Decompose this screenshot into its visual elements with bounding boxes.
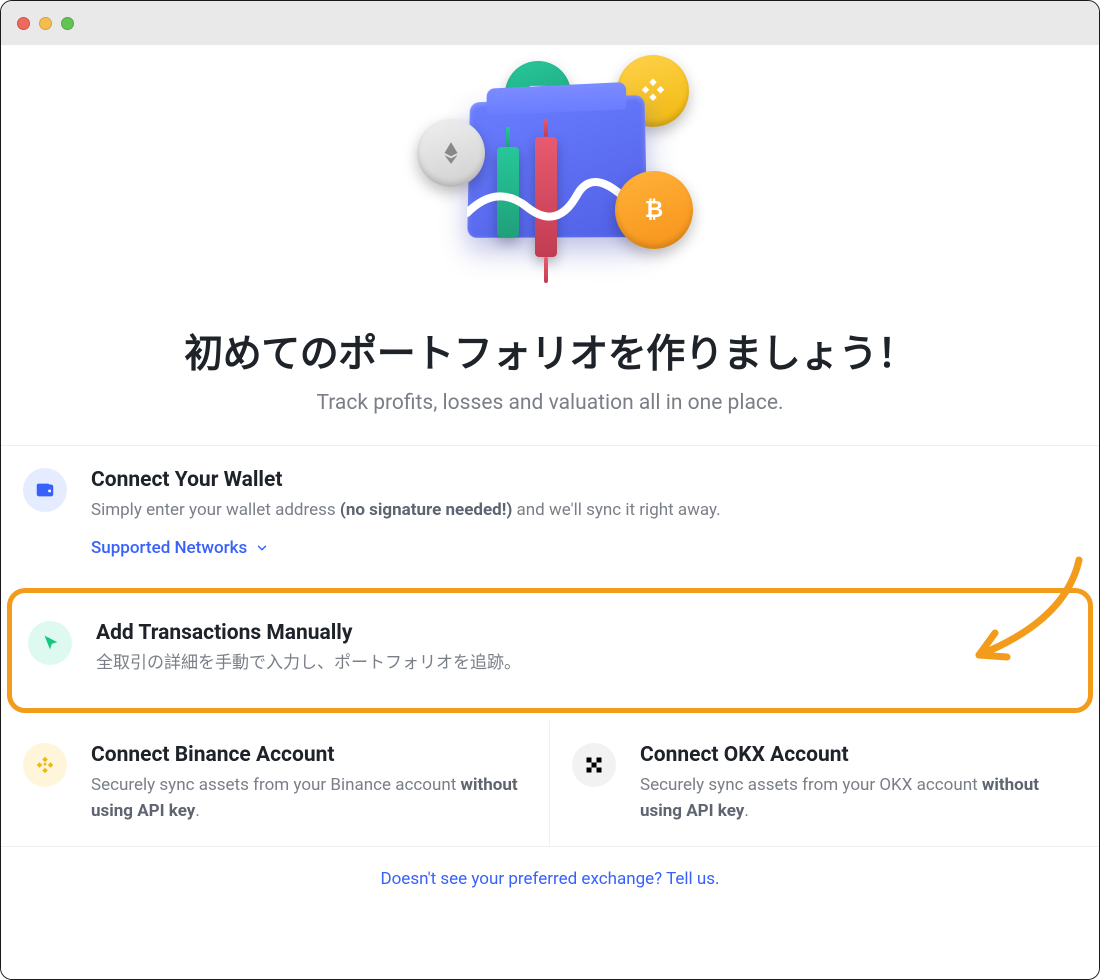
desc-text: Securely sync assets from your OKX accou… — [640, 775, 982, 795]
preferred-exchange-link[interactable]: Doesn't see your preferred exchange? Tel… — [380, 869, 719, 889]
desc-text: Simply enter your wallet address — [91, 500, 340, 520]
footer: Doesn't see your preferred exchange? Tel… — [1, 846, 1099, 911]
desc-text: Securely sync assets from your Binance a… — [91, 775, 461, 795]
close-window-button[interactable] — [17, 17, 30, 30]
eth-coin-icon — [417, 119, 485, 187]
minimize-window-button[interactable] — [39, 17, 52, 30]
pointer-icon — [28, 621, 72, 665]
portfolio-illustration: ₿ — [415, 63, 685, 283]
option-connect-wallet[interactable]: Connect Your Wallet Simply enter your wa… — [1, 446, 1099, 580]
svg-text:₿: ₿ — [645, 196, 663, 223]
app-window: ₿ 初めてのポートフォリオを作りましょう！ Track profits, los… — [0, 0, 1100, 980]
page-title: 初めてのポートフォリオを作りましょう！ — [25, 323, 1075, 379]
option-description: Securely sync assets from your OKX accou… — [640, 773, 1073, 824]
exchange-options-row: Connect Binance Account Securely sync as… — [1, 721, 1099, 846]
binance-icon — [23, 743, 67, 787]
btc-coin-icon: ₿ — [615, 171, 693, 249]
mac-titlebar — [1, 1, 1099, 45]
desc-text: . — [195, 801, 199, 821]
content-area: ₿ 初めてのポートフォリオを作りましょう！ Track profits, los… — [1, 45, 1099, 979]
wallet-icon — [23, 468, 67, 512]
hero-section: ₿ 初めてのポートフォリオを作りましょう！ Track profits, los… — [1, 45, 1099, 445]
option-title: Connect Your Wallet — [91, 468, 1073, 492]
page-subtitle: Track profits, losses and valuation all … — [25, 391, 1075, 415]
option-description: Securely sync assets from your Binance a… — [91, 773, 523, 824]
option-description: 全取引の詳細を手動で入力し、ポートフォリオを追跡。 — [96, 651, 1068, 677]
supported-networks-dropdown[interactable]: Supported Networks — [91, 538, 269, 558]
chevron-down-icon — [255, 541, 269, 555]
green-candle-icon — [497, 147, 519, 237]
desc-text: and we'll sync it right away. — [512, 500, 720, 520]
maximize-window-button[interactable] — [61, 17, 74, 30]
option-title: Add Transactions Manually — [96, 621, 1068, 645]
desc-text: . — [744, 801, 748, 821]
desc-bold: (no signature needed!) — [340, 500, 512, 520]
option-title: Connect Binance Account — [91, 743, 523, 767]
option-add-transactions-manually[interactable]: Add Transactions Manually 全取引の詳細を手動で入力し、… — [7, 588, 1093, 714]
okx-icon — [572, 743, 616, 787]
option-connect-binance[interactable]: Connect Binance Account Securely sync as… — [1, 721, 550, 846]
option-connect-okx[interactable]: Connect OKX Account Securely sync assets… — [550, 721, 1099, 846]
supported-networks-label: Supported Networks — [91, 538, 247, 558]
option-description: Simply enter your wallet address (no sig… — [91, 498, 1073, 524]
red-candle-icon — [535, 137, 557, 257]
option-title: Connect OKX Account — [640, 743, 1073, 767]
